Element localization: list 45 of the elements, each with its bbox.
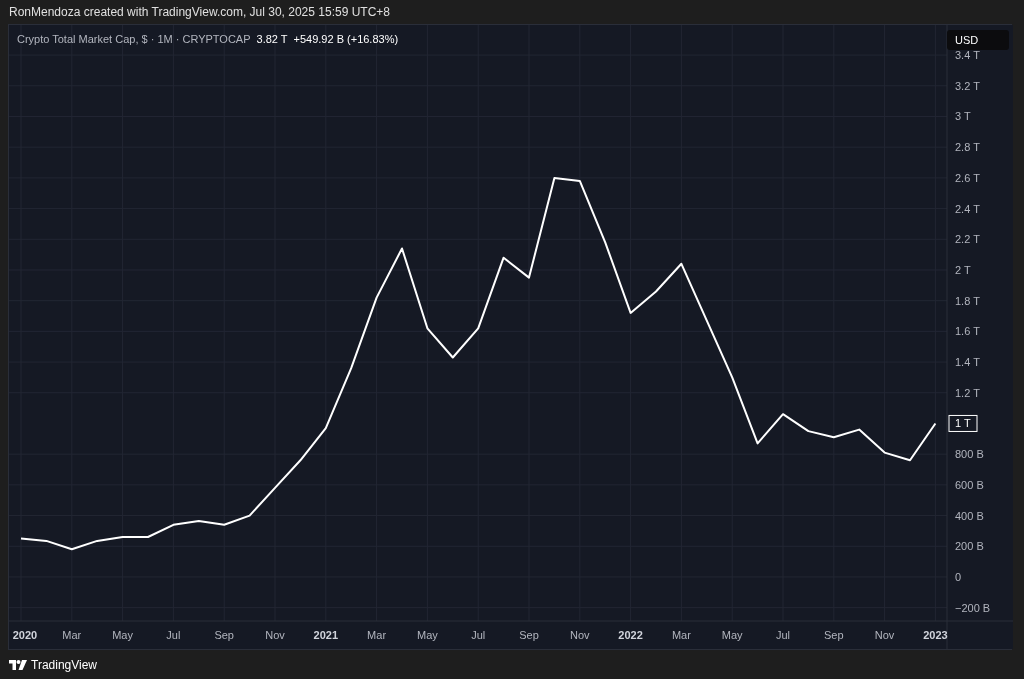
axis-label: Jul: [471, 629, 486, 641]
axis-label: 2022: [618, 629, 643, 641]
axis-label: 3.4 T: [955, 49, 980, 62]
logo-text: TradingView: [31, 657, 98, 672]
axis-label: Mar: [62, 629, 82, 641]
axis-label: 400 B: [955, 509, 984, 522]
axis-label: 2.8 T: [955, 141, 980, 154]
axis-label: Mar: [367, 629, 387, 641]
axis-label: 3.2 T: [955, 79, 980, 92]
axis-label: Nov: [265, 629, 285, 641]
axis-label: −200 B: [955, 601, 991, 614]
axis-label: 2 T: [955, 263, 971, 276]
axis-label: Mar: [671, 629, 691, 641]
axis-label: 2021: [313, 629, 339, 641]
axis-label: May: [112, 629, 133, 641]
axis-label: 1.2 T: [955, 386, 980, 399]
axis-label: Sep: [214, 629, 234, 641]
axis-label: Sep: [824, 629, 844, 641]
price-change: +549.92 B (+16.83%): [293, 33, 399, 45]
axis-label: 2023: [923, 629, 948, 641]
axis-label: 800 B: [955, 448, 984, 461]
axis-label: Jul: [775, 629, 791, 641]
axis-label: 600 B: [955, 478, 984, 491]
logo-icon: [9, 659, 27, 670]
axis-label: 2.6 T: [955, 171, 980, 184]
axis-label: Jul: [166, 629, 181, 641]
axis-label: May: [721, 629, 743, 641]
price-value: 3.82 T: [256, 33, 288, 45]
axis-label: 200 B: [955, 540, 984, 553]
axis-label: Sep: [519, 629, 539, 641]
axis-label: 1.6 T: [955, 325, 980, 338]
axis-label: Nov: [570, 629, 590, 641]
attribution-text: RonMendoza created with TradingView.com, Jul 30, 2025 15:59 UTC+8: [9, 5, 390, 19]
symbol-title: Crypto Total Market Cap, $ · 1M · CRYPTOCAP: [17, 33, 251, 45]
currency-button[interactable]: USD: [947, 30, 1009, 50]
axis-label: 2.2 T: [955, 233, 980, 246]
axis-label: 0: [955, 570, 962, 583]
axis-label: 2.4 T: [955, 202, 980, 215]
axis-label: 1.4 T: [955, 356, 980, 369]
axis-label: Nov: [874, 629, 895, 641]
axis-label: 1.8 T: [955, 294, 980, 307]
price-label: 1 T: [948, 414, 978, 432]
axis-label: 2020: [12, 629, 38, 641]
axis-label: May: [417, 629, 438, 641]
axis-label: 3 T: [955, 110, 971, 123]
